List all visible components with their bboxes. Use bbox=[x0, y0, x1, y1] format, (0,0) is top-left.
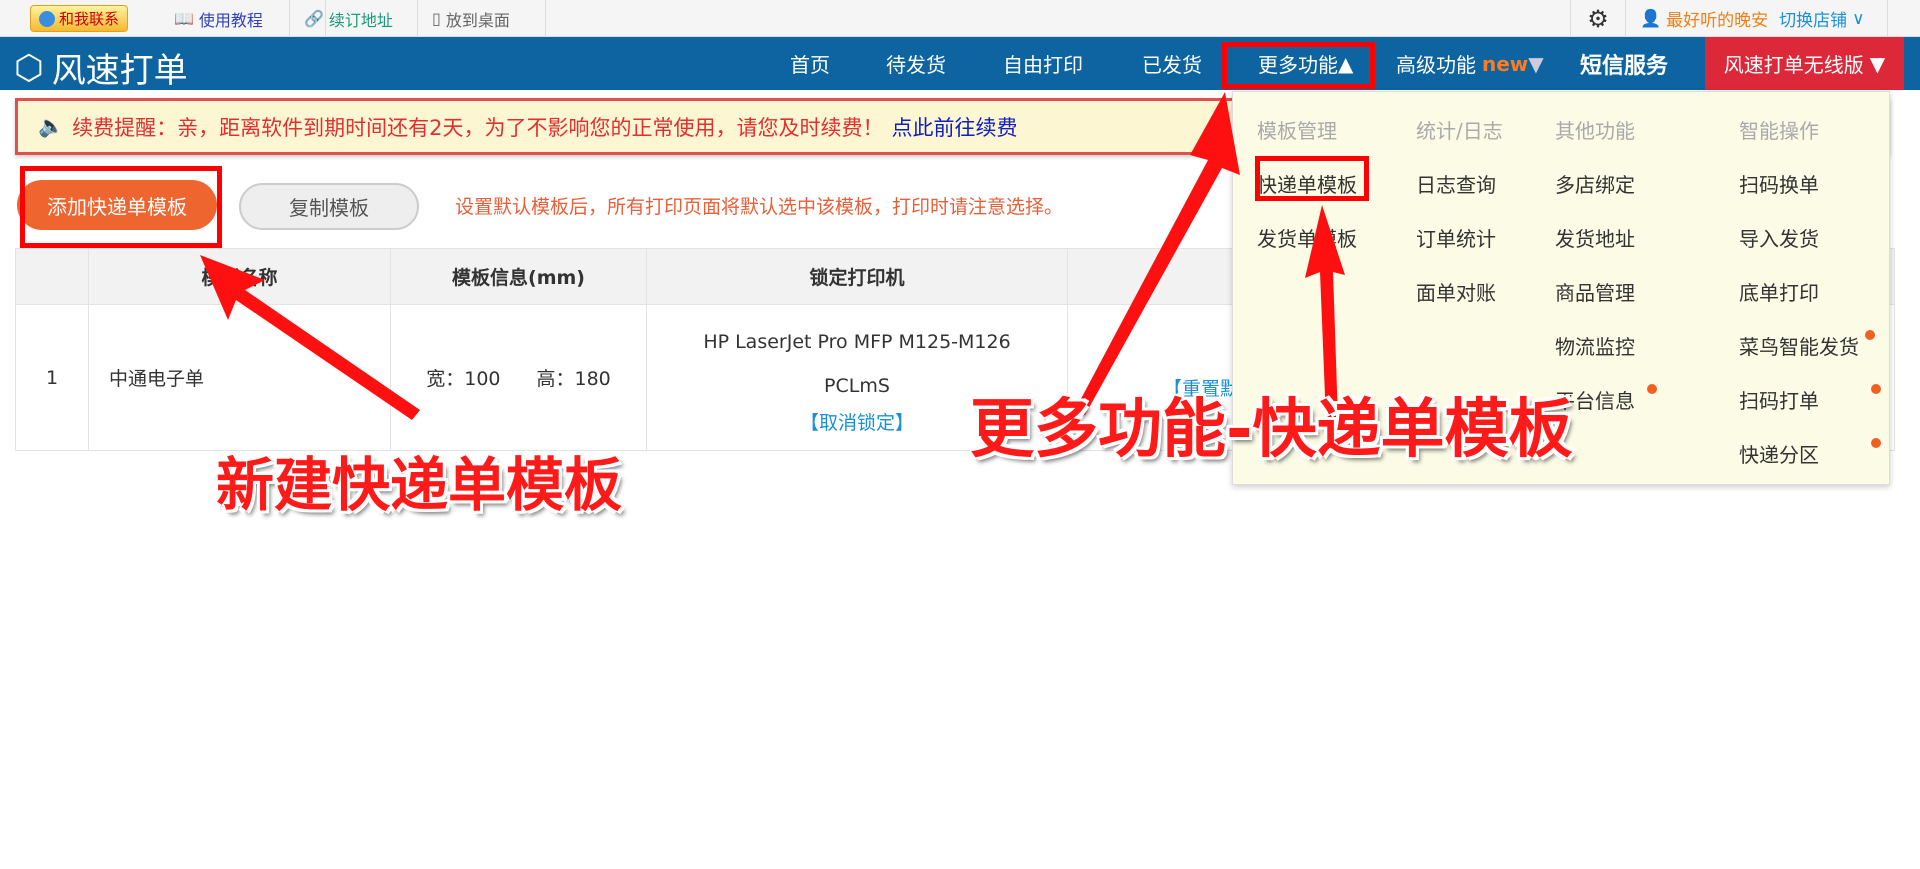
arrow-to-more-menu bbox=[1075, 92, 1240, 415]
annotation-more-template: 更多功能-快递单模板 bbox=[970, 393, 1573, 467]
annotation-new-template: 新建快递单模板 bbox=[216, 451, 623, 519]
annotation-arrows bbox=[200, 92, 1345, 420]
arrow-to-add-button bbox=[200, 255, 420, 420]
